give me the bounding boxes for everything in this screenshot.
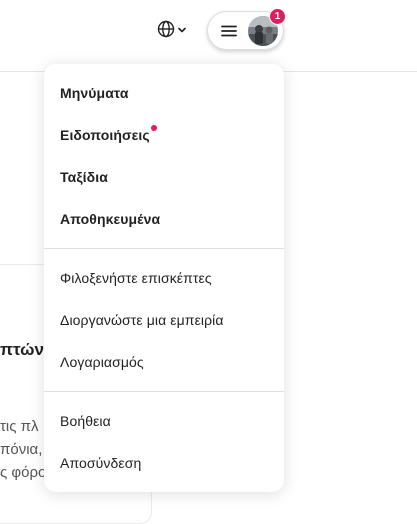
language-button[interactable] <box>150 16 194 46</box>
globe-icon <box>157 20 175 43</box>
background-text-line: ς φόρο <box>0 464 47 481</box>
menu-divider <box>44 391 284 392</box>
background-title: πτών <box>0 340 44 359</box>
menu-item-label: Διοργανώστε μια εμπειρία <box>60 312 224 328</box>
background-text-line: τις πλ <box>0 418 39 435</box>
menu-item-label: Ειδοποιήσεις <box>60 127 150 143</box>
menu-item-saved[interactable]: Αποθηκευμένα <box>44 199 284 239</box>
hamburger-icon <box>221 24 237 38</box>
notification-badge: 1 <box>269 8 286 25</box>
menu-item-label: Αποθηκευμένα <box>60 211 161 227</box>
menu-item-label: Μηνύματα <box>60 85 129 101</box>
menu-item-label: Λογαριασμός <box>60 354 144 370</box>
menu-item-logout[interactable]: Αποσύνδεση <box>44 443 284 483</box>
profile-dropdown-menu: Μηνύματα Ειδοποιήσεις Ταξίδια Αποθηκευμέ… <box>44 64 284 492</box>
menu-divider <box>44 248 284 249</box>
menu-item-label: Βοήθεια <box>60 413 111 429</box>
menu-item-label: Αποσύνδεση <box>60 455 142 471</box>
menu-item-label: Ταξίδια <box>60 169 108 185</box>
menu-item-host-experience[interactable]: Διοργανώστε μια εμπειρία <box>44 300 284 340</box>
menu-item-trips[interactable]: Ταξίδια <box>44 157 284 197</box>
profile-menu-button[interactable]: 1 <box>207 8 286 50</box>
menu-item-host-guests[interactable]: Φιλοξενήστε επισκέπτες <box>44 258 284 298</box>
menu-item-messages[interactable]: Μηνύματα <box>44 73 284 113</box>
menu-item-account[interactable]: Λογαριασμός <box>44 342 284 382</box>
background-text-line: πόνια, <box>0 441 43 458</box>
menu-item-label: Φιλοξενήστε επισκέπτες <box>60 270 212 286</box>
menu-item-help[interactable]: Βοήθεια <box>44 401 284 441</box>
notification-dot <box>150 125 157 131</box>
chevron-down-icon <box>177 22 187 40</box>
menu-item-notifications[interactable]: Ειδοποιήσεις <box>44 115 284 155</box>
